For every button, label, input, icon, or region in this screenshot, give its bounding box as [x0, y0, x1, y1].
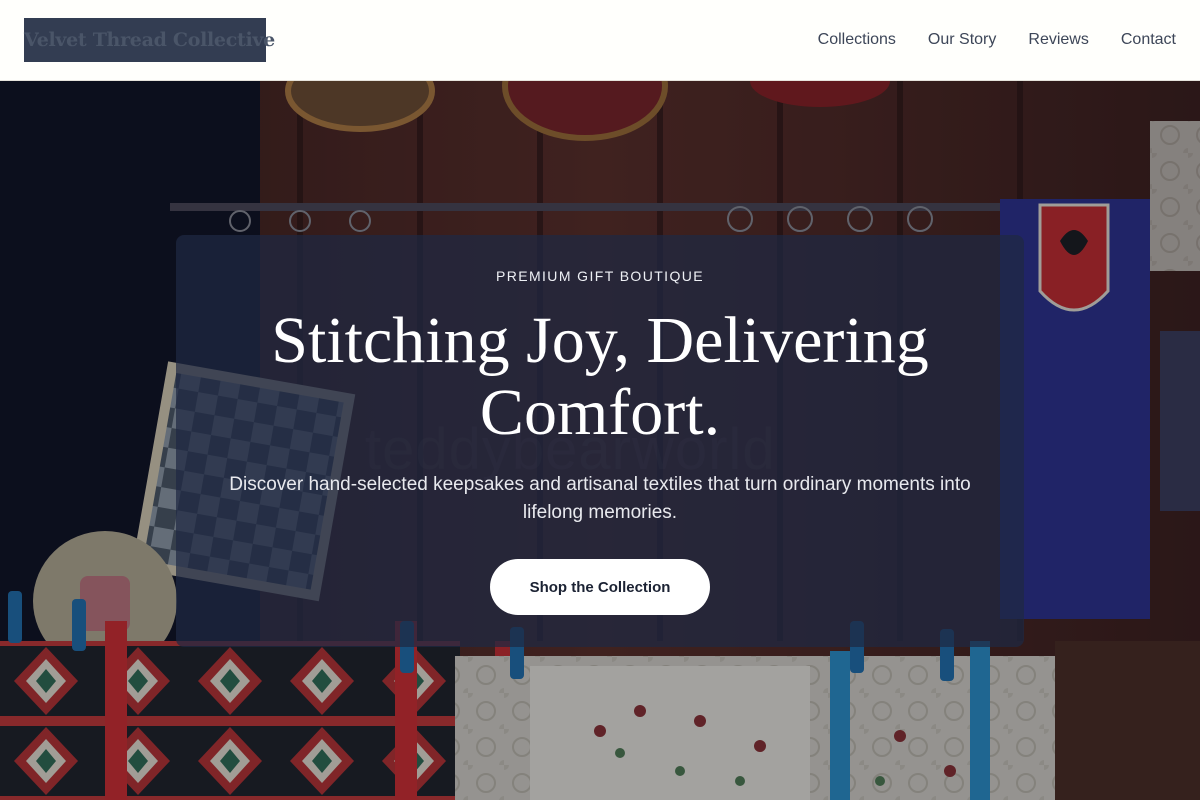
hero-section: teddybearworld PREMIUM GIFT BOUTIQUE Sti…: [0, 81, 1200, 800]
logo[interactable]: Velvet Thread Collective: [24, 18, 275, 62]
shop-collection-button[interactable]: Shop the Collection: [490, 559, 710, 615]
nav-link-reviews[interactable]: Reviews: [1028, 31, 1088, 49]
hero-headline: Stitching Joy, Delivering Comfort.: [271, 304, 929, 449]
nav-link-collections[interactable]: Collections: [818, 31, 896, 49]
hero-card: PREMIUM GIFT BOUTIQUE Stitching Joy, Del…: [176, 235, 1024, 647]
site-header: Velvet Thread Collective Collections Our…: [0, 0, 1200, 81]
nav-link-our-story[interactable]: Our Story: [928, 31, 996, 49]
hero-eyebrow: PREMIUM GIFT BOUTIQUE: [495, 268, 705, 284]
nav-link-contact[interactable]: Contact: [1121, 31, 1176, 49]
hero-subtext: Discover hand-selected keepsakes and art…: [229, 474, 971, 523]
main-nav: Collections Our Story Reviews Contact: [818, 0, 1176, 80]
